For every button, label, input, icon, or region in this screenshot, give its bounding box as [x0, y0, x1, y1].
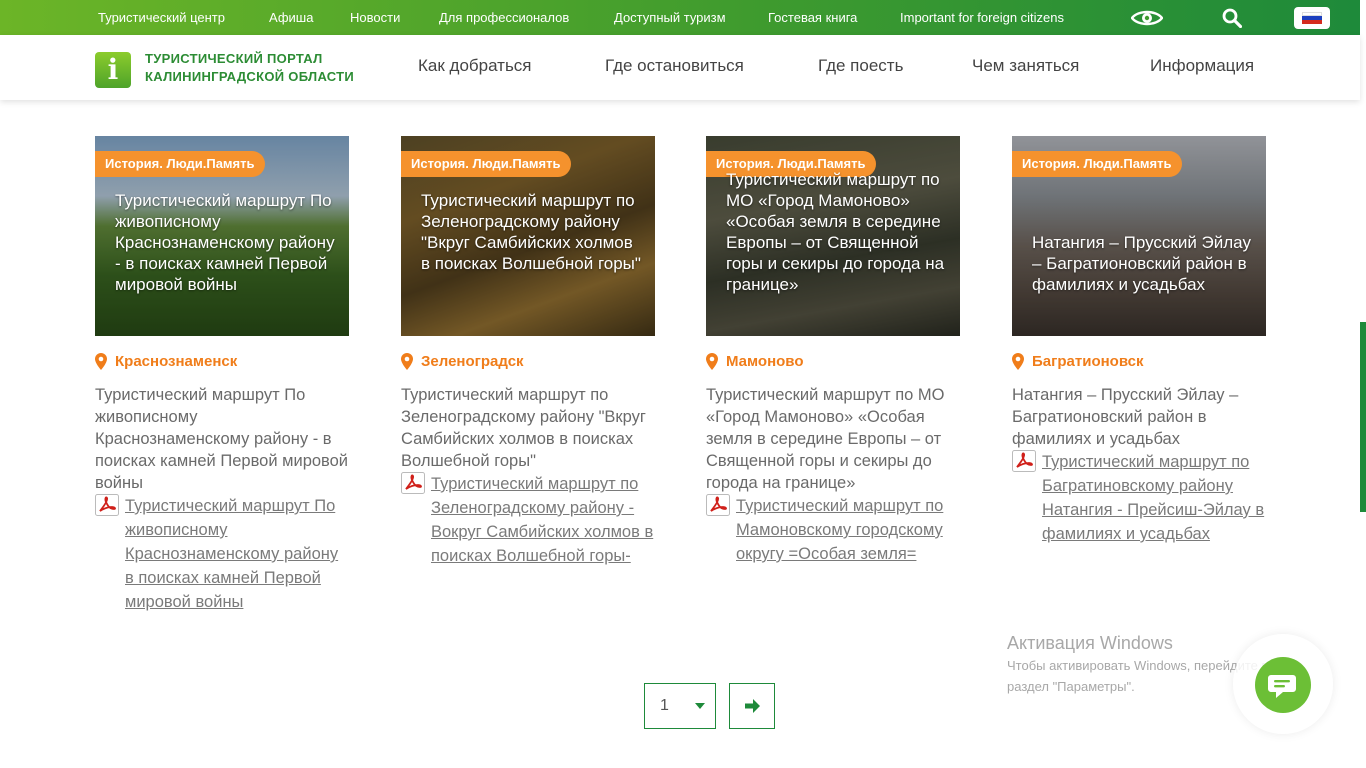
- pdf-download[interactable]: Туристический маршрут По живописному Кра…: [95, 494, 349, 614]
- map-pin-icon: [401, 353, 413, 370]
- card-image-title[interactable]: Туристический маршрут по МО «Город Мамон…: [726, 169, 948, 295]
- location-label: Зеленоградск: [421, 353, 524, 370]
- card-description: Натангия – Прусский Эйлау – Багратионовс…: [1012, 386, 1239, 448]
- route-card[interactable]: История. Люди.Память Туристический маршр…: [95, 136, 349, 611]
- top-link-news[interactable]: Новости: [350, 0, 400, 35]
- card-image[interactable]: История. Люди.Память Натангия – Прусский…: [1012, 136, 1266, 336]
- category-badge[interactable]: История. Люди.Память: [1012, 151, 1182, 177]
- windows-activation-line-2: раздел "Параметры".: [1007, 679, 1135, 694]
- map-pin-icon: [1012, 353, 1024, 370]
- top-link-tourist-center[interactable]: Туристический центр: [98, 0, 225, 35]
- card-image[interactable]: История. Люди.Память Туристический маршр…: [706, 136, 960, 336]
- nav-item-where-to-stay[interactable]: Где остановиться: [605, 56, 744, 76]
- russian-flag-icon[interactable]: [1294, 7, 1330, 29]
- nav-item-where-to-eat[interactable]: Где поесть: [818, 56, 903, 76]
- pdf-download[interactable]: Туристический маршрут по Багратиновскому…: [1012, 450, 1266, 546]
- location-label: Краснознаменск: [115, 353, 238, 370]
- page-select[interactable]: 1: [644, 683, 716, 729]
- logo-line-2: КАЛИНИНГРАДСКОЙ ОБЛАСТИ: [145, 69, 355, 84]
- logo-icon[interactable]: i: [95, 52, 131, 88]
- top-link-afisha[interactable]: Афиша: [269, 0, 313, 35]
- top-link-professionals[interactable]: Для профессионалов: [439, 0, 569, 35]
- page-select-value: 1: [660, 697, 669, 714]
- scrollbar[interactable]: [1360, 322, 1366, 512]
- category-badge[interactable]: История. Люди.Память: [401, 151, 571, 177]
- card-image[interactable]: История. Люди.Память Туристический маршр…: [95, 136, 349, 336]
- location-label: Багратионовск: [1032, 353, 1144, 370]
- eye-icon[interactable]: [1131, 9, 1163, 27]
- card-image-title[interactable]: Туристический маршрут По живописному Кра…: [115, 190, 337, 295]
- search-icon[interactable]: [1222, 8, 1242, 28]
- logo-line-1: ТУРИСТИЧЕСКИЙ ПОРТАЛ: [145, 51, 323, 66]
- top-link-foreign-citizens[interactable]: Important for foreign citizens: [900, 0, 1064, 35]
- route-card[interactable]: История. Люди.Память Натангия – Прусский…: [1012, 136, 1266, 543]
- pdf-icon: [401, 472, 425, 494]
- arrow-right-icon: [745, 699, 760, 713]
- card-description: Туристический маршрут по МО «Город Мамон…: [706, 386, 945, 492]
- top-link-guestbook[interactable]: Гостевая книга: [768, 0, 857, 35]
- windows-activation-line-1: Чтобы активировать Windows, перейдите в: [1007, 658, 1269, 673]
- route-card[interactable]: История. Люди.Память Туристический маршр…: [401, 136, 655, 565]
- category-badge[interactable]: История. Люди.Память: [95, 151, 265, 177]
- chat-button[interactable]: [1255, 657, 1311, 713]
- pdf-download[interactable]: Туристический маршрут по Мамоновскому го…: [706, 494, 960, 566]
- pdf-link[interactable]: Туристический маршрут по Мамоновскому го…: [736, 494, 960, 566]
- pdf-icon: [706, 494, 730, 516]
- map-pin-icon: [95, 353, 107, 370]
- pdf-link[interactable]: Туристический маршрут по Зеленоградскому…: [431, 472, 655, 568]
- pdf-icon: [95, 494, 119, 516]
- top-link-accessible-tourism[interactable]: Доступный туризм: [614, 0, 726, 35]
- card-image-title[interactable]: Туристический маршрут по Зеленоградскому…: [421, 190, 643, 274]
- map-pin-icon: [706, 353, 718, 370]
- card-image-title[interactable]: Натангия – Прусский Эйлау – Багратионовс…: [1032, 232, 1254, 295]
- location-label: Мамоново: [726, 353, 804, 370]
- pdf-icon: [1012, 450, 1036, 472]
- site-header: i ТУРИСТИЧЕСКИЙ ПОРТАЛ КАЛИНИНГРАДСКОЙ О…: [0, 35, 1360, 100]
- windows-activation-title: Активация Windows: [1007, 633, 1173, 653]
- card-description: Туристический маршрут по Зеленоградскому…: [401, 386, 646, 470]
- pdf-link[interactable]: Туристический маршрут По живописному Кра…: [125, 494, 349, 614]
- nav-item-how-to-get[interactable]: Как добраться: [418, 56, 532, 76]
- logo-text[interactable]: ТУРИСТИЧЕСКИЙ ПОРТАЛ КАЛИНИНГРАДСКОЙ ОБЛ…: [145, 50, 354, 86]
- nav-item-what-to-do[interactable]: Чем заняться: [972, 56, 1079, 76]
- nav-item-information[interactable]: Информация: [1150, 56, 1254, 76]
- pdf-download[interactable]: Туристический маршрут по Зеленоградскому…: [401, 472, 655, 568]
- top-bar: Туристический центр Афиша Новости Для пр…: [0, 0, 1360, 35]
- next-page-button[interactable]: [729, 683, 775, 729]
- chat-icon: [1268, 675, 1296, 698]
- chevron-down-icon: [695, 703, 705, 709]
- pdf-link[interactable]: Туристический маршрут по Багратиновскому…: [1042, 450, 1266, 546]
- card-image[interactable]: История. Люди.Память Туристический маршр…: [401, 136, 655, 336]
- card-description: Туристический маршрут По живописному Кра…: [95, 386, 349, 492]
- route-card[interactable]: История. Люди.Память Туристический маршр…: [706, 136, 960, 563]
